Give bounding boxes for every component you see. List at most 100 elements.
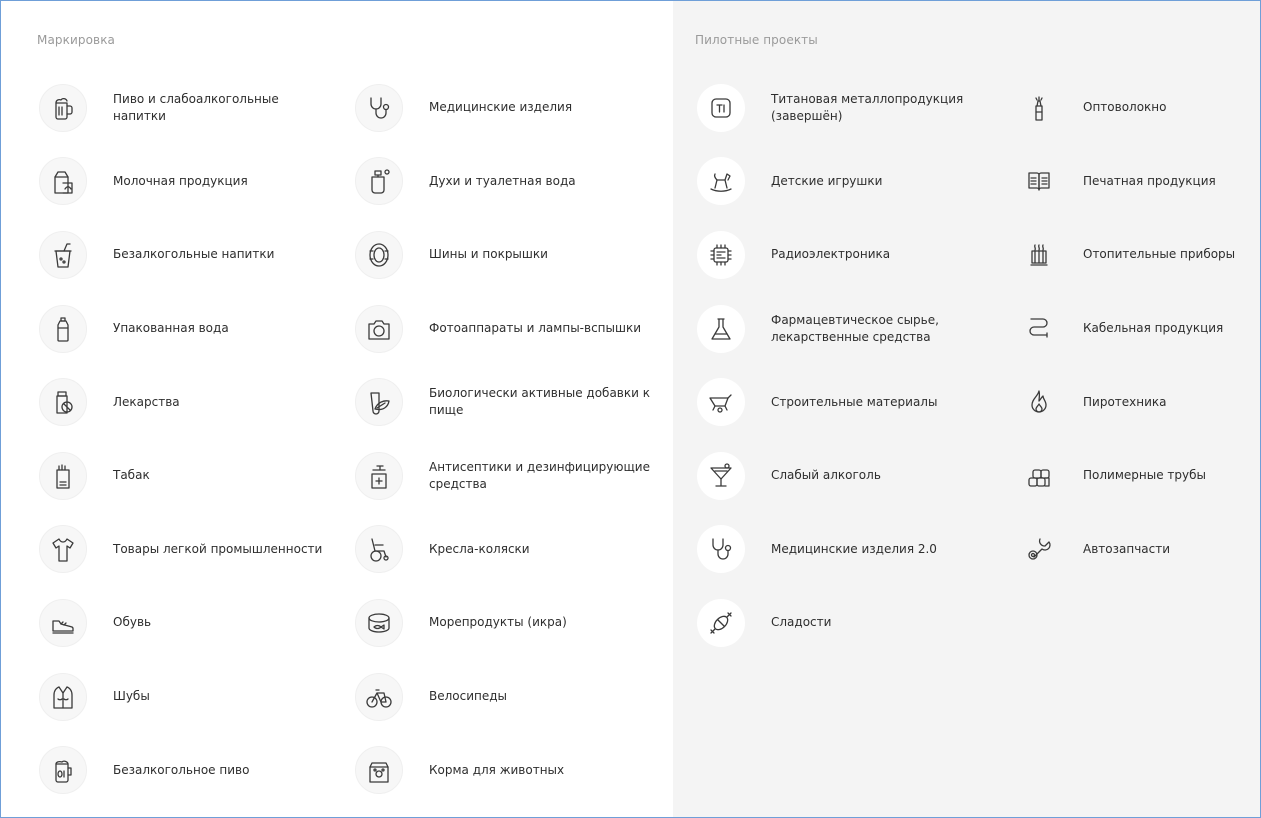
category-label: Титановая металлопродукция (завершён) (771, 91, 964, 123)
category-label: Табак (113, 468, 150, 483)
category-label: Медицинские изделия 2.0 (771, 541, 937, 556)
category-item[interactable]: Печатная продукция (1015, 145, 1260, 219)
shoe-icon (39, 598, 87, 647)
category-label: Обувь (113, 615, 152, 630)
category-item[interactable]: Безалкогольное пиво (39, 733, 339, 807)
category-item[interactable]: Кабельная продукция (1015, 292, 1260, 366)
beer-mug-icon (39, 83, 87, 132)
category-item[interactable]: Обувь (39, 586, 339, 660)
category-item[interactable]: Титановая металлопродукция (завершён) (697, 71, 1015, 145)
category-item[interactable]: Фотоаппараты и лампы-вспышки (355, 292, 665, 366)
stethoscope-icon (355, 83, 403, 132)
rocking-horse-icon (697, 157, 745, 206)
open-book-icon (1015, 157, 1063, 205)
pilot-projects-title: Пилотные проекты (695, 33, 818, 47)
category-label: Слабый алкоголь (771, 468, 881, 483)
supplement-leaf-icon (355, 378, 403, 427)
wheelchair-icon (355, 525, 403, 574)
pill-bottle-icon (39, 378, 87, 427)
category-label: Биологически активные добавки к пище (429, 386, 650, 418)
category-item[interactable]: Фармацевтическое сырье, лекарственные ср… (697, 292, 1015, 366)
fur-coat-icon (39, 672, 87, 721)
category-label: Велосипеды (429, 689, 508, 704)
sanitizer-pump-icon (355, 451, 403, 500)
marking-title: Маркировка (37, 33, 116, 47)
wrench-gear-icon (1015, 525, 1063, 573)
category-item[interactable]: Шубы (39, 660, 339, 734)
category-label: Строительные материалы (771, 394, 938, 409)
category-label: Безалкогольные напитки (113, 247, 275, 262)
category-item[interactable]: Упакованная вода (39, 292, 339, 366)
category-item[interactable]: Безалкогольные напитки (39, 218, 339, 292)
category-label: Шины и покрышки (429, 247, 548, 262)
category-item[interactable]: Сладости (697, 586, 1015, 660)
category-item[interactable]: Велосипеды (355, 660, 665, 734)
radiator-icon (1015, 231, 1063, 279)
category-item[interactable]: Детские игрушки (697, 145, 1015, 219)
category-item[interactable]: Медицинские изделия 2.0 (697, 513, 1015, 587)
category-item[interactable]: Пиво и слабоалкогольные напитки (39, 71, 339, 145)
category-label: Отопительные приборы (1083, 247, 1236, 262)
category-label: Пиротехника (1083, 394, 1167, 409)
marking-column-1: Пиво и слабоалкогольные напитки Молочная … (39, 71, 339, 807)
category-label: Автозапчасти (1083, 541, 1171, 556)
category-item[interactable]: Духи и туалетная вода (355, 145, 665, 219)
category-item[interactable]: Отопительные приборы (1015, 218, 1260, 292)
titanium-icon (697, 83, 745, 132)
category-item[interactable]: Морепродукты (икра) (355, 586, 665, 660)
category-label: Духи и туалетная вода (429, 173, 576, 188)
category-item[interactable]: Молочная продукция (39, 145, 339, 219)
zero-beer-icon (39, 746, 87, 795)
water-bottle-icon (39, 304, 87, 353)
category-label: Медицинские изделия (429, 100, 573, 115)
category-label: Товары легкой промышленности (113, 541, 323, 556)
category-item[interactable]: Автозапчасти (1015, 513, 1260, 587)
candy-icon (697, 598, 745, 647)
category-label: Оптоволокно (1083, 100, 1167, 115)
category-label: Кабельная продукция (1083, 321, 1224, 336)
category-label: Сладости (771, 615, 832, 630)
category-item[interactable]: Медицинские изделия (355, 71, 665, 145)
marking-panel: Маркировка Пиво и слабоалкогольные напит… (1, 1, 673, 817)
category-item[interactable]: Слабый алкоголь (697, 439, 1015, 513)
category-label: Кресла-коляски (429, 541, 530, 556)
category-item[interactable]: Товары легкой промышленности (39, 513, 339, 587)
category-label: Корма для животных (429, 762, 565, 777)
category-item[interactable]: Радиоэлектроника (697, 218, 1015, 292)
category-label: Лекарства (113, 394, 180, 409)
wheelbarrow-icon (697, 378, 745, 427)
category-item[interactable]: Оптоволокно (1015, 71, 1260, 145)
category-label: Пиво и слабоалкогольные напитки (113, 91, 279, 123)
cable-icon (1015, 305, 1063, 353)
category-item[interactable]: Строительные материалы (697, 365, 1015, 439)
category-label: Полимерные трубы (1083, 468, 1206, 483)
category-item[interactable]: Кресла-коляски (355, 513, 665, 587)
pilot-projects-panel: Пилотные проекты Титановая металлопродук… (673, 1, 1260, 817)
category-item[interactable]: Табак (39, 439, 339, 513)
category-item[interactable]: Корма для животных (355, 733, 665, 807)
perfume-icon (355, 157, 403, 206)
category-item[interactable]: Пиротехника (1015, 365, 1260, 439)
marking-column-2: Медицинские изделия Духи и туалетная вода… (355, 71, 665, 807)
pet-food-icon (355, 746, 403, 795)
category-label: Упакованная вода (113, 321, 229, 336)
category-label: Детские игрушки (771, 173, 883, 188)
pilot-column-1: Титановая металлопродукция (завершён) Дет… (697, 71, 1015, 660)
category-item[interactable]: Шины и покрышки (355, 218, 665, 292)
milk-carton-icon (39, 157, 87, 206)
flask-icon (697, 304, 745, 353)
tire-icon (355, 230, 403, 279)
stethoscope-icon (697, 525, 745, 574)
category-item[interactable]: Полимерные трубы (1015, 439, 1260, 513)
t-shirt-icon (39, 525, 87, 574)
pipes-stack-icon (1015, 452, 1063, 500)
category-item[interactable]: Антисептики и дезинфицирующие средства (355, 439, 665, 513)
category-item[interactable]: Лекарства (39, 365, 339, 439)
category-label: Фотоаппараты и лампы-вспышки (429, 321, 642, 336)
category-label: Молочная продукция (113, 173, 248, 188)
category-item[interactable]: Биологически активные добавки к пище (355, 365, 665, 439)
category-label: Фармацевтическое сырье, лекарственные ср… (771, 312, 939, 344)
category-label: Шубы (113, 689, 150, 704)
cocktail-glass-icon (697, 451, 745, 500)
category-label: Антисептики и дезинфицирующие средства (429, 459, 650, 491)
